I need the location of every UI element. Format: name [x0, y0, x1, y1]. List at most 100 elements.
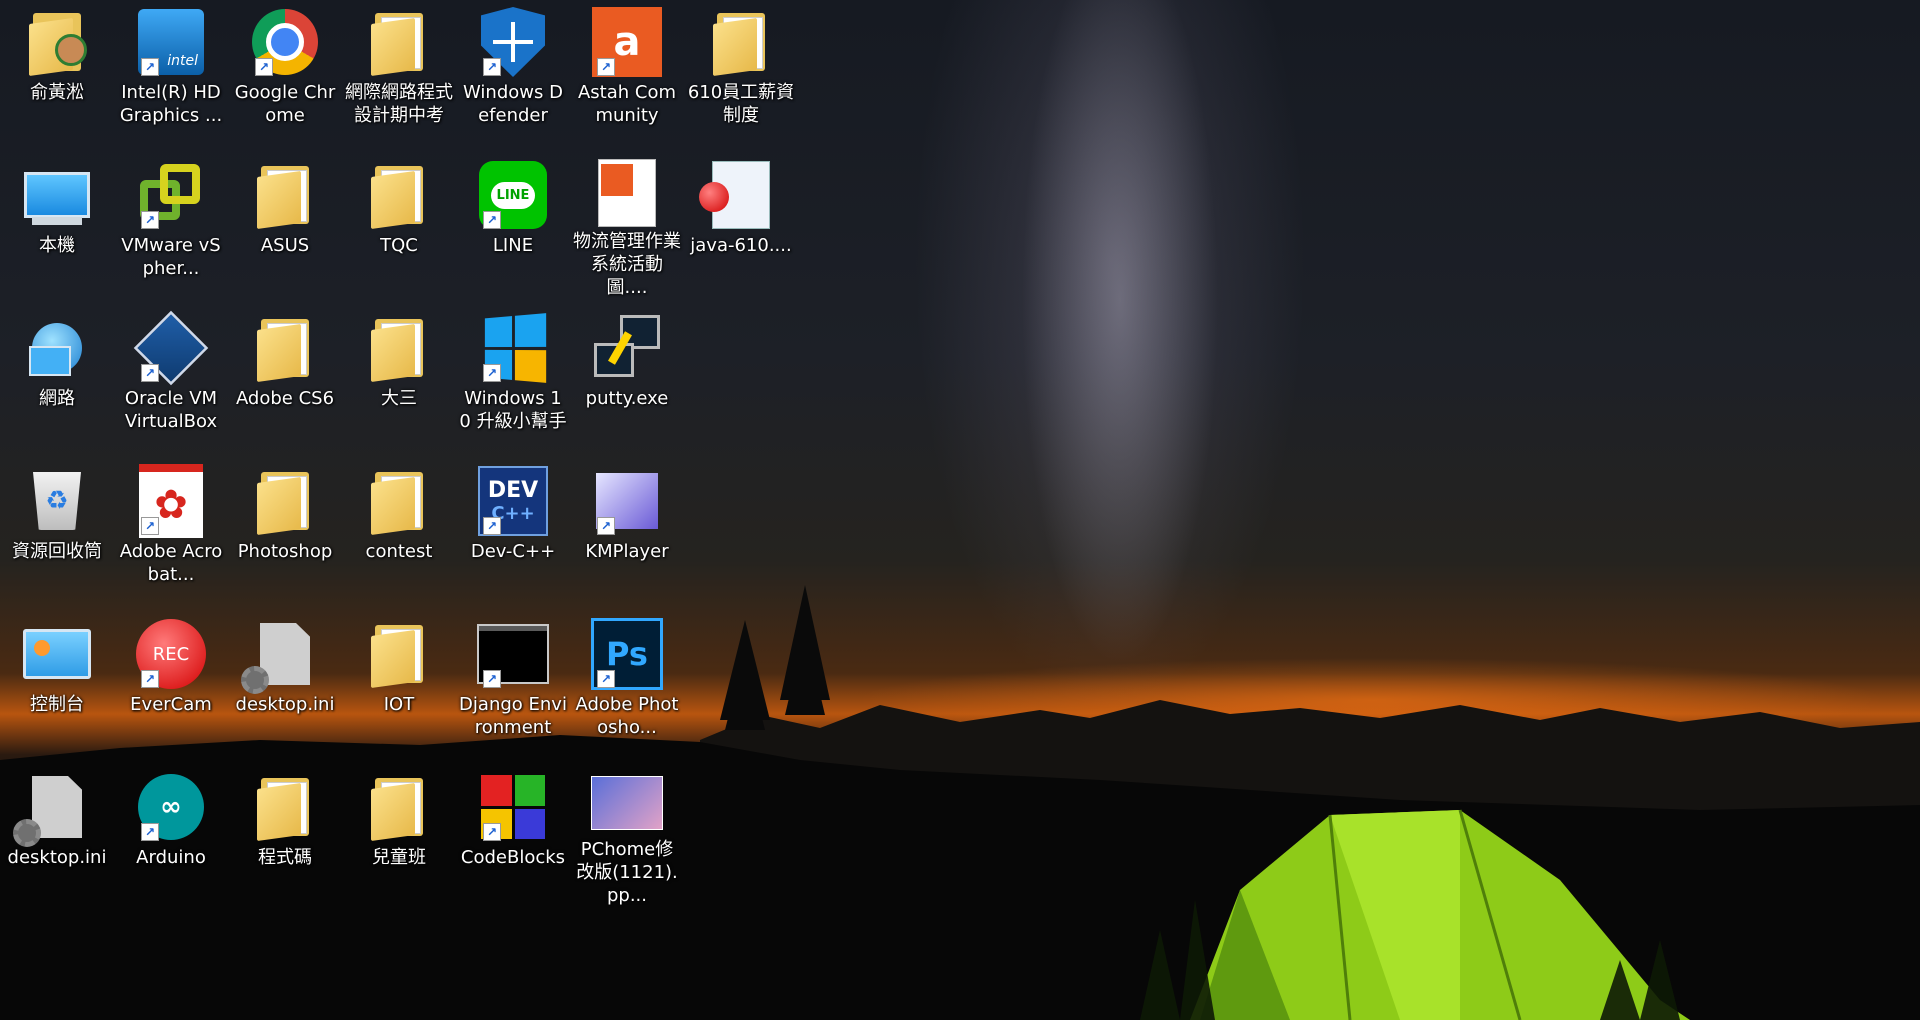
acrobat-icon: ✿ ↗: [135, 464, 207, 538]
desktop-icon-label: 網際網路程式設計期中考: [345, 82, 453, 126]
desktop-icon[interactable]: ↗ Windows 10 升級小幫手: [458, 308, 568, 448]
desktop-icon-label: Django Environment: [459, 694, 567, 738]
folder-icon: [249, 159, 321, 231]
desktop-icon[interactable]: putty.exe: [572, 308, 682, 448]
desktop-icon-label: CodeBlocks: [460, 847, 566, 868]
shortcut-arrow-icon: ↗: [141, 58, 159, 76]
desktop-icon[interactable]: 物流管理作業系統活動圖....: [572, 155, 682, 298]
desktop-icon[interactable]: 本機: [2, 155, 112, 295]
folder-icon: [249, 771, 321, 843]
folder-icon: [249, 312, 321, 384]
desktop-icon-label: desktop.ini: [235, 694, 335, 715]
folder-icon: [363, 159, 435, 231]
desktop-icon-label: Astah Community: [577, 82, 677, 126]
astah-icon: a ↗: [591, 6, 663, 78]
virtualbox-icon: ↗: [133, 310, 209, 386]
desktop-icon[interactable]: Ps ↗ Adobe Photosho...: [572, 614, 682, 754]
desktop-icon-label: 俞黃淞: [30, 82, 84, 103]
desktop-icon-label: desktop.ini: [7, 847, 107, 868]
desktop-icon-label: Photoshop: [237, 541, 333, 562]
desktop-icon-label: KMPlayer: [585, 541, 669, 562]
desktop[interactable]: 俞黃淞 intel ↗ Intel(R) HD Graphics ... ↗ Google…: [0, 0, 1920, 1020]
desktop-icon[interactable]: LINE ↗ LINE: [458, 155, 568, 295]
desktop-icon-label: 兒童班: [372, 847, 426, 868]
folder-icon: [363, 312, 435, 384]
chrome-icon: ↗: [249, 6, 321, 78]
shortcut-arrow-icon: ↗: [483, 823, 501, 841]
evercam-icon: REC ↗: [135, 618, 207, 690]
desktop-icon[interactable]: 控制台: [2, 614, 112, 754]
kmplayer-icon: ↗: [591, 465, 663, 537]
desktop-icon[interactable]: DEV C++ ↗ Dev-C++: [458, 461, 568, 601]
desktop-icon-label: PChome修改版(1121).pp...: [576, 839, 678, 906]
windows-icon: ↗: [477, 312, 549, 384]
desktop-icon-label: VMware vSpher...: [121, 235, 221, 279]
shortcut-arrow-icon: ↗: [255, 58, 273, 76]
desktop-icon[interactable]: ↗ KMPlayer: [572, 461, 682, 601]
settings-file-icon: [241, 618, 321, 694]
desktop-icon[interactable]: ♻ 資源回收筒: [2, 461, 112, 601]
desktop-icon[interactable]: ↗ CodeBlocks: [458, 767, 568, 907]
desktop-icon[interactable]: REC ↗ EverCam: [116, 614, 226, 754]
desktop-icon-label: Oracle VM VirtualBox: [124, 388, 218, 432]
desktop-icon-label: 資源回收筒: [12, 541, 102, 562]
desktop-icon[interactable]: a ↗ Astah Community: [572, 2, 682, 142]
desktop-icon-label: Google Chrome: [234, 82, 336, 126]
shortcut-arrow-icon: ↗: [597, 58, 615, 76]
shortcut-arrow-icon: ↗: [141, 517, 159, 535]
desktop-icon[interactable]: ↗ Oracle VM VirtualBox: [116, 308, 226, 448]
desktop-icon[interactable]: java-610....: [686, 155, 796, 295]
desktop-icon[interactable]: ↗ Google Chrome: [230, 2, 340, 142]
desktop-icon[interactable]: Adobe CS6: [230, 308, 340, 448]
desktop-icon-label: Intel(R) HD Graphics ...: [119, 82, 223, 126]
desktop-icon-label: IOT: [383, 694, 415, 715]
desktop-icon[interactable]: ↗ Windows Defender: [458, 2, 568, 142]
desktop-icon[interactable]: ASUS: [230, 155, 340, 295]
shortcut-arrow-icon: ↗: [597, 670, 615, 688]
desktop-icon-label: putty.exe: [585, 388, 669, 409]
desktop-icon-label: Adobe CS6: [235, 388, 335, 409]
desktop-icon[interactable]: 程式碼: [230, 767, 340, 907]
shortcut-arrow-icon: ↗: [141, 823, 159, 841]
intel-graphics-icon: intel ↗: [135, 6, 207, 78]
desktop-icon[interactable]: contest: [344, 461, 454, 601]
desktop-icon[interactable]: intel ↗ Intel(R) HD Graphics ...: [116, 2, 226, 142]
desktop-icon[interactable]: desktop.ini: [230, 614, 340, 754]
desktop-icon[interactable]: TQC: [344, 155, 454, 295]
desktop-icon[interactable]: 網路: [2, 308, 112, 448]
desktop-icon[interactable]: 網際網路程式設計期中考: [344, 2, 454, 142]
desktop-icon-label: EverCam: [130, 694, 212, 715]
desktop-icon-label: ASUS: [260, 235, 310, 256]
desktop-icon[interactable]: desktop.ini: [2, 767, 112, 907]
shortcut-arrow-icon: ↗: [483, 211, 501, 229]
arduino-icon: ∞ ↗: [135, 771, 207, 843]
desktop-icon-label: 610員工薪資制度: [687, 82, 795, 126]
desktop-icon[interactable]: 俞黃淞: [2, 2, 112, 142]
desktop-icon[interactable]: ↗ Django Environment: [458, 614, 568, 754]
user-folder-icon: [21, 6, 93, 78]
desktop-icon[interactable]: 610員工薪資制度: [686, 2, 796, 142]
desktop-icon-label: Adobe Photosho...: [575, 694, 679, 738]
desktop-icon-label: Windows Defender: [463, 82, 563, 126]
desktop-icon[interactable]: PChome修改版(1121).pp...: [572, 767, 682, 907]
folder-icon: [363, 6, 435, 78]
desktop-icon-label: 控制台: [30, 694, 84, 715]
folder-icon: [363, 465, 435, 537]
desktop-icon[interactable]: 大三: [344, 308, 454, 448]
desktop-icon-label: 本機: [39, 235, 75, 256]
control-panel-icon: [21, 618, 93, 690]
windows-defender-icon: ↗: [477, 6, 549, 78]
shortcut-arrow-icon: ↗: [483, 58, 501, 76]
desktop-icon-label: Adobe Acrobat...: [119, 541, 223, 585]
desktop-icon[interactable]: Photoshop: [230, 461, 340, 601]
desktop-icon[interactable]: ↗ VMware vSpher...: [116, 155, 226, 295]
desktop-icon[interactable]: 兒童班: [344, 767, 454, 907]
desktop-icon[interactable]: ∞ ↗ Arduino: [116, 767, 226, 907]
desktop-icon-label: TQC: [380, 235, 418, 256]
desktop-icon[interactable]: ✿ ↗ Adobe Acrobat...: [116, 461, 226, 601]
java-file-icon: [699, 159, 777, 231]
folder-icon: [363, 771, 435, 843]
settings-file-icon: [13, 771, 93, 847]
desktop-icon-label: 物流管理作業系統活動圖....: [573, 231, 681, 298]
desktop-icon[interactable]: IOT: [344, 614, 454, 754]
